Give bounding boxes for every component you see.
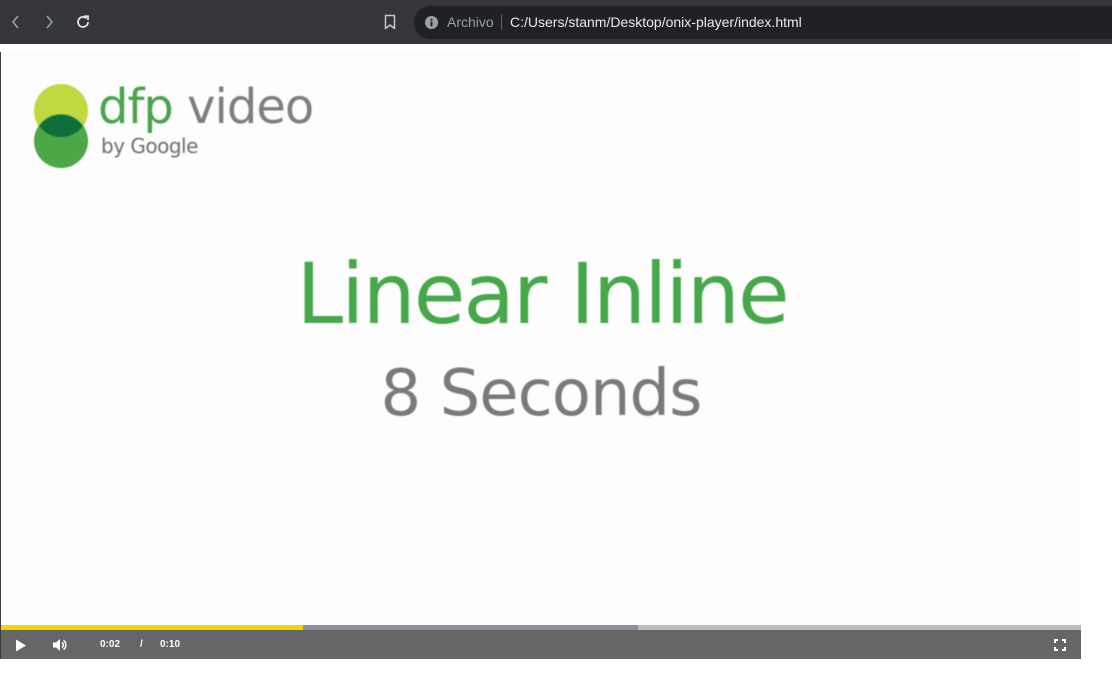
control-bar: 0:02 / 0:10 [1, 630, 1081, 659]
bookmark-icon [384, 14, 396, 30]
logo-byline: by Google [101, 134, 198, 158]
duration: 0:10 [160, 639, 181, 650]
fullscreen-icon [1054, 639, 1066, 651]
chevron-left-icon [11, 15, 19, 29]
fullscreen-button[interactable] [1052, 637, 1068, 653]
current-time: 0:02 [100, 639, 121, 650]
volume-icon [53, 639, 67, 651]
dfp-video-logo: dfp video by Google [31, 82, 331, 177]
url-text[interactable]: C:/Users/stanm/Desktop/onix-player/index… [510, 14, 802, 31]
address-bar[interactable]: Archivo C:/Users/stanm/Desktop/onix-play… [414, 6, 1112, 39]
play-icon [16, 639, 26, 651]
scheme-label: Archivo [447, 14, 494, 30]
volume-button[interactable] [52, 637, 68, 653]
ad-subline: 8 Seconds [380, 357, 703, 431]
play-button[interactable] [13, 637, 29, 653]
reload-icon [77, 15, 89, 28]
logo-video-text: video [187, 79, 314, 135]
reload-button[interactable] [72, 11, 94, 33]
bookmark-button[interactable] [380, 12, 400, 32]
ad-headline: Linear Inline [296, 245, 789, 343]
info-icon[interactable] [424, 15, 439, 30]
dfp-logo-icon [34, 84, 88, 168]
browser-toolbar: Archivo C:/Users/stanm/Desktop/onix-play… [0, 0, 1112, 44]
back-button[interactable] [5, 11, 27, 33]
time-separator: / [140, 639, 143, 650]
chevron-right-icon [46, 15, 54, 29]
forward-button[interactable] [38, 11, 60, 33]
logo-wordmark: dfp video [98, 79, 314, 135]
video-player[interactable]: dfp video by Google Linear Inline 8 Seco… [1, 52, 1081, 659]
logo-dfp-text: dfp [98, 79, 174, 135]
omnibox-divider [501, 15, 502, 30]
